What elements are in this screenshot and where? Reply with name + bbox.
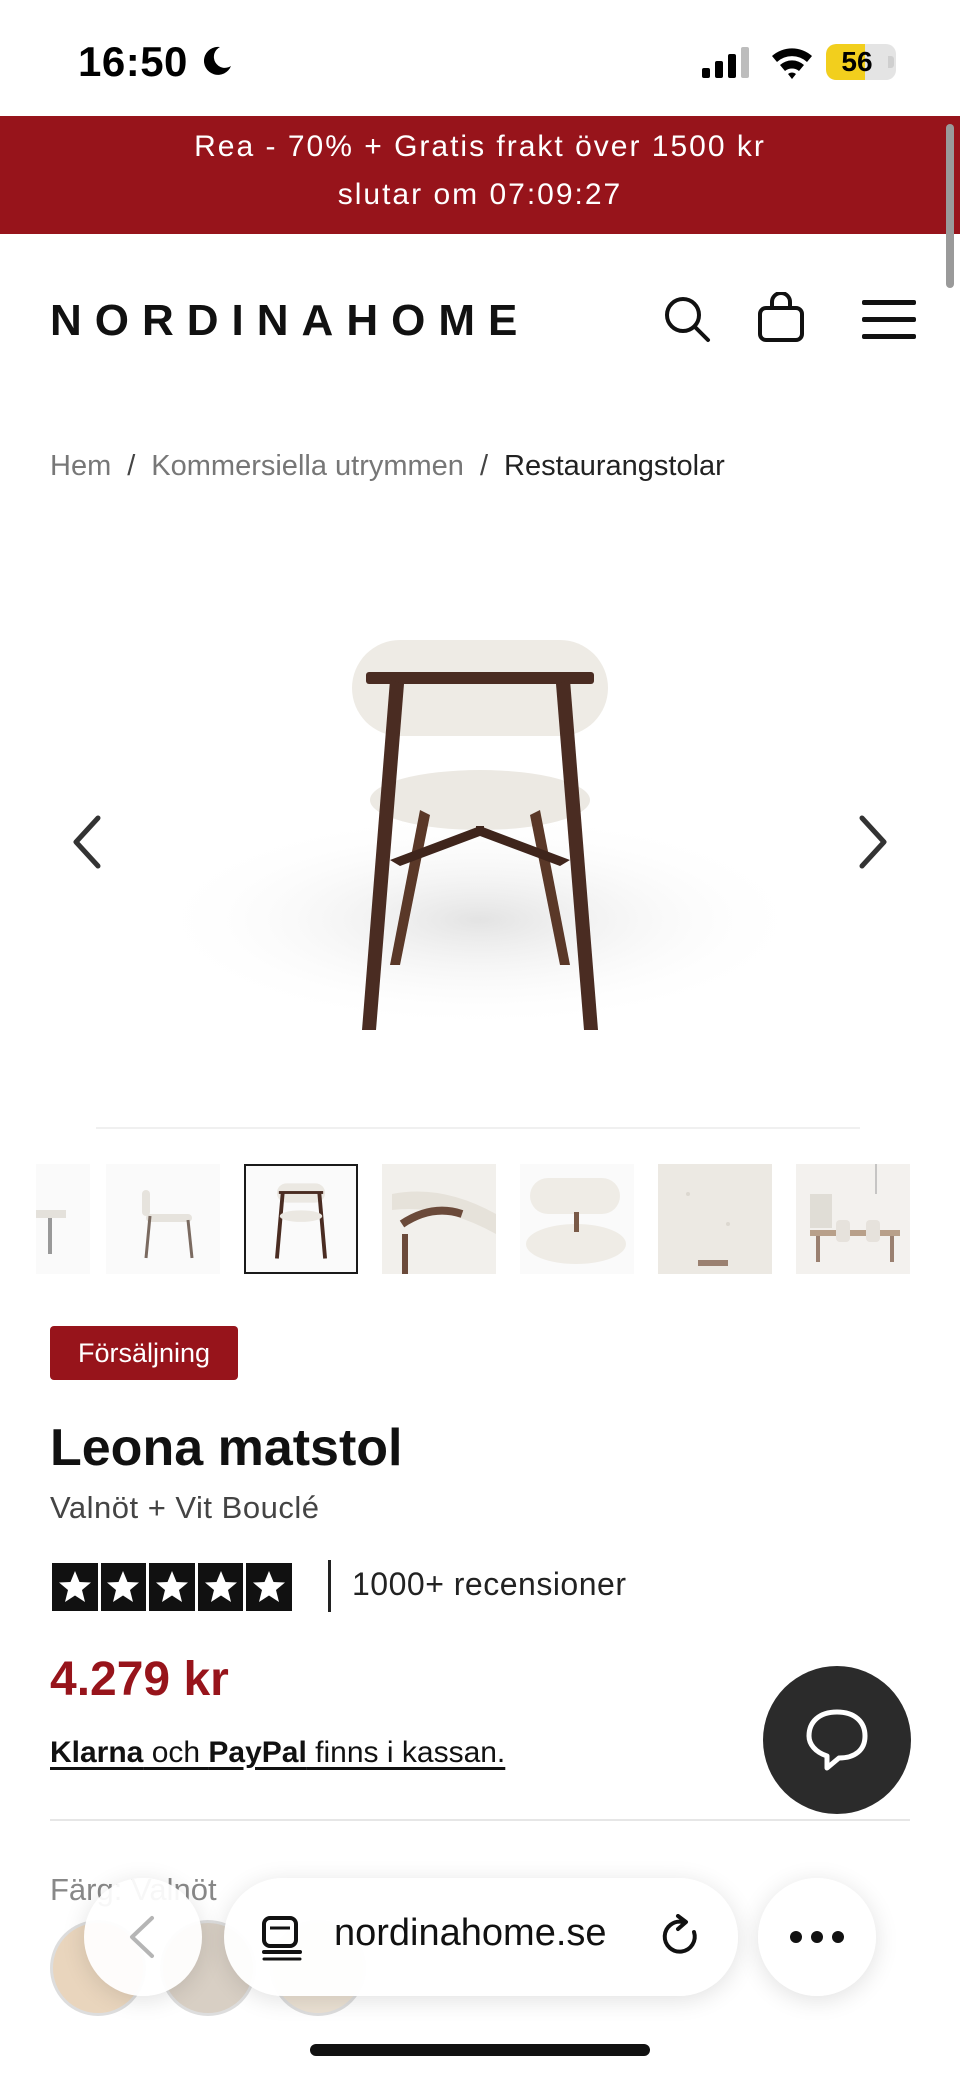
product-title: Leona matstol xyxy=(50,1419,403,1477)
thumbnail-active[interactable] xyxy=(244,1164,358,1274)
star-icon xyxy=(100,1563,147,1611)
product-variant: Valnöt + Vit Bouclé xyxy=(50,1490,320,1525)
star-icon xyxy=(197,1563,244,1611)
breadcrumb-home[interactable]: Hem xyxy=(50,450,111,482)
paypal-label: PayPal xyxy=(208,1736,307,1769)
breadcrumb-commercial[interactable]: Kommersiella utrymmen xyxy=(151,450,464,482)
payment-rest: finns i kassan. xyxy=(306,1736,506,1769)
moon-icon xyxy=(203,46,231,75)
search-icon[interactable] xyxy=(662,294,712,344)
image-divider xyxy=(96,1127,860,1129)
url-text[interactable]: nordinahome.se xyxy=(334,1912,607,1955)
promo-text: Rea - 70% + Gratis frakt över 1500 kr xyxy=(194,130,766,163)
thumbnail[interactable] xyxy=(658,1164,772,1274)
thumbnail-strip[interactable] xyxy=(36,1164,926,1278)
shopping-bag-icon[interactable] xyxy=(756,292,806,344)
payment-and: och xyxy=(143,1736,209,1769)
reload-icon[interactable] xyxy=(658,1914,704,1960)
thumbnail[interactable] xyxy=(520,1164,634,1274)
next-image-arrow-icon[interactable] xyxy=(848,812,896,872)
payment-info-link[interactable]: Klarna och PayPal finns i kassan. xyxy=(50,1736,505,1770)
promo-countdown: slutar om 07:09:27 xyxy=(337,178,623,211)
star-icon xyxy=(52,1563,98,1611)
battery-indicator: 56 xyxy=(826,44,896,80)
battery-percentage: 56 xyxy=(841,46,873,77)
page-menu-icon[interactable] xyxy=(260,1914,304,1962)
promo-banner[interactable]: Rea - 70% + Gratis frakt över 1500 kr sl… xyxy=(0,116,960,234)
menu-icon[interactable] xyxy=(860,298,918,342)
ellipsis-icon xyxy=(790,1931,844,1943)
thumbnail[interactable] xyxy=(382,1164,496,1274)
more-options-button[interactable] xyxy=(758,1878,876,1996)
breadcrumb-separator: / xyxy=(479,450,488,482)
scrollbar-thumb[interactable] xyxy=(946,124,954,288)
wifi-icon xyxy=(772,48,812,79)
thumbnail[interactable] xyxy=(36,1164,90,1274)
address-bar[interactable]: nordinahome.se xyxy=(224,1878,738,1996)
thumbnail[interactable] xyxy=(106,1164,220,1274)
previous-image-arrow-icon[interactable] xyxy=(64,812,112,872)
rating-divider xyxy=(328,1560,331,1612)
product-image[interactable] xyxy=(90,560,870,1100)
status-bar: 16:50 56 xyxy=(0,0,960,116)
section-divider xyxy=(50,1819,910,1821)
star-icon xyxy=(246,1563,292,1611)
star-rating[interactable] xyxy=(52,1563,292,1615)
back-arrow-icon xyxy=(130,1916,154,1958)
chat-bubble-icon xyxy=(806,1709,868,1771)
site-logo[interactable]: NORDINAHOME xyxy=(50,296,530,346)
chat-button[interactable] xyxy=(763,1666,911,1814)
status-time: 16:50 xyxy=(78,38,188,85)
klarna-label: Klarna xyxy=(50,1736,144,1769)
cellular-signal-icon xyxy=(702,47,749,78)
browser-back-button[interactable] xyxy=(84,1878,202,1996)
star-icon xyxy=(149,1563,195,1611)
review-count[interactable]: 1000+ recensioner xyxy=(352,1566,626,1603)
product-price: 4.279 kr xyxy=(50,1653,229,1706)
home-indicator[interactable] xyxy=(310,2044,650,2056)
breadcrumb: Hem / Kommersiella utrymmen / Restaurangstol… xyxy=(50,450,725,483)
thumbnail[interactable] xyxy=(796,1164,910,1274)
battery-cap xyxy=(888,56,894,68)
breadcrumb-separator: / xyxy=(127,450,136,482)
breadcrumb-current: Restaurangstolar xyxy=(504,450,725,482)
sale-badge: Försäljning xyxy=(50,1326,238,1380)
